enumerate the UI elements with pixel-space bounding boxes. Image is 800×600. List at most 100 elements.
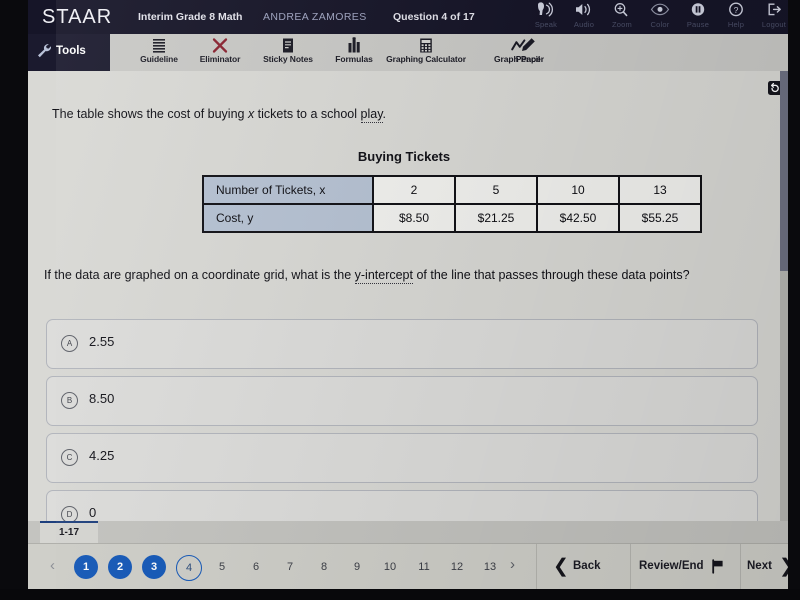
page-button-11[interactable]: 11 [412, 555, 436, 579]
tools-label: Tools [56, 45, 86, 57]
row-header-cost: Cost, y [202, 203, 374, 233]
choice-text-a: 2.55 [89, 334, 115, 349]
stem-glossary-term-play[interactable]: play [360, 107, 383, 123]
cell-y-3: $42.50 [536, 203, 620, 233]
row-header-cost-text: Cost, y [216, 211, 254, 225]
question-pane: Clear Mark for Review The table shows th… [28, 71, 782, 540]
graphing-calculator-button[interactable]: Graphing Calculator [368, 36, 484, 64]
choice-bubble-c[interactable]: C [61, 449, 78, 466]
tools-toolbar: Tools Guideline Eliminator Sticky Notes [28, 34, 788, 72]
bottom-navigation-bar: ‹ 1 2 3 4 5 6 7 8 9 10 11 12 13 › ❮ Back… [28, 543, 788, 590]
choice-text-d: 0 [89, 505, 97, 520]
answer-choice-b[interactable]: B 8.50 [46, 376, 758, 426]
photo-bezel-right [788, 0, 800, 600]
table-row: Cost, y $8.50 $21.25 $42.50 $55.25 [202, 203, 702, 233]
page-button-5[interactable]: 5 [210, 555, 234, 579]
app-header: STAAR Interim Grade 8 Math ANDREA ZAMORE… [28, 0, 788, 34]
eliminator-icon [188, 36, 252, 55]
page-button-3[interactable]: 3 [142, 555, 166, 579]
pencil-icon [506, 36, 550, 55]
page-button-1[interactable]: 1 [74, 555, 98, 579]
cell-x-1: 2 [372, 175, 456, 205]
choice-text-c: 4.25 [89, 448, 115, 463]
choice-text-b: 8.50 [89, 391, 115, 406]
next-label: Next [747, 560, 772, 572]
scrollbar-thumb[interactable] [780, 71, 788, 271]
next-button[interactable]: Next ❯ [740, 544, 788, 590]
sticky-notes-label: Sticky Notes [263, 54, 313, 64]
row-header-tickets-text: Number of Tickets, x [216, 183, 326, 197]
staar-logo: STAAR [42, 6, 113, 28]
question-prompt: If the data are graphed on a coordinate … [44, 266, 758, 284]
page-button-8[interactable]: 8 [312, 555, 336, 579]
table-title: Buying Tickets [357, 149, 451, 164]
wrench-icon [36, 43, 53, 61]
back-label: Back [573, 560, 601, 572]
page-button-13[interactable]: 13 [478, 555, 502, 579]
page-button-4[interactable]: 4 [176, 555, 202, 581]
question-counter: Question 4 of 17 [393, 11, 475, 23]
prompt-part-1: If the data are graphed on a coordinate … [44, 268, 355, 282]
answer-choice-a[interactable]: A 2.55 [46, 319, 758, 369]
cell-x-2: 5 [454, 175, 538, 205]
test-name: Interim Grade 8 Math [138, 11, 243, 23]
stem-part-3: . [382, 107, 387, 121]
cell-x-3: 10 [536, 175, 620, 205]
page-button-2[interactable]: 2 [108, 555, 132, 579]
pencil-button[interactable]: Pencil [506, 36, 550, 64]
svg-text:?: ? [734, 5, 739, 15]
back-button[interactable]: ❮ Back [536, 544, 631, 590]
photo-bezel-left [0, 0, 28, 600]
row-header-tickets: Number of Tickets, x [202, 175, 374, 205]
question-stem: The table shows the cost of buying x tic… [52, 106, 752, 123]
range-tab-1-17[interactable]: 1-17 [40, 521, 98, 545]
student-name: ANDREA ZAMORES [263, 11, 367, 23]
header-tool-group: Speak Audio Zoom Color Pause ? Help Logo… [524, 2, 788, 34]
pane-scrollbar[interactable] [780, 71, 788, 521]
cell-y-2: $21.25 [454, 203, 538, 233]
range-tab-label: 1-17 [58, 527, 79, 538]
next-chevron-icon: ❯ [779, 555, 788, 578]
review-end-button[interactable]: Review/End [630, 544, 741, 590]
sticky-notes-button[interactable]: Sticky Notes [252, 36, 324, 64]
photo-bezel-bottom [0, 589, 800, 600]
page-button-9[interactable]: 9 [345, 555, 369, 579]
answer-choice-list: A 2.55 B 8.50 C 4.25 D 0 [46, 319, 758, 547]
eliminator-button[interactable]: Eliminator [188, 36, 252, 64]
table-row: Number of Tickets, x 2 5 10 13 [202, 175, 702, 205]
sticky-notes-icon [252, 36, 324, 55]
guideline-button[interactable]: Guideline [128, 36, 190, 64]
cell-y-1: $8.50 [372, 203, 456, 233]
pencil-label: Pencil [515, 54, 541, 64]
stem-part-2: tickets to a school [254, 107, 361, 121]
graphing-calculator-icon [368, 36, 484, 55]
pagination-next-arrow[interactable]: › [510, 556, 515, 573]
logout-button[interactable]: Logout [752, 2, 788, 29]
logout-label: Logout [761, 20, 787, 29]
data-table: Number of Tickets, x 2 5 10 13 Cost, y $… [202, 175, 702, 233]
page-button-12[interactable]: 12 [445, 555, 469, 579]
tools-tab[interactable]: Tools [28, 34, 110, 71]
guideline-label: Guideline [140, 54, 178, 64]
eliminator-label: Eliminator [199, 54, 241, 64]
page-button-10[interactable]: 10 [378, 555, 402, 579]
answer-choice-c[interactable]: C 4.25 [46, 433, 758, 483]
test-application-window: STAAR Interim Grade 8 Math ANDREA ZAMORE… [28, 0, 788, 592]
choice-bubble-a[interactable]: A [61, 335, 78, 352]
guideline-icon [128, 36, 190, 55]
logout-icon [752, 2, 788, 19]
review-end-label: Review/End [639, 560, 704, 572]
back-chevron-icon: ❮ [553, 556, 569, 577]
cell-y-4: $55.25 [618, 203, 702, 233]
prompt-part-2: of the line that passes through these da… [412, 268, 690, 282]
prompt-glossary-term-y-intercept[interactable]: y-intercept [354, 268, 413, 284]
pagination-prev-arrow[interactable]: ‹ [50, 557, 55, 574]
cell-x-4: 13 [618, 175, 702, 205]
stem-part-1: The table shows the cost of buying [52, 107, 248, 121]
page-button-7[interactable]: 7 [278, 555, 302, 579]
graphing-calculator-label: Graphing Calculator [386, 54, 466, 64]
question-range-tabstrip: 1-17 [28, 521, 788, 545]
page-button-6[interactable]: 6 [244, 555, 268, 579]
choice-bubble-b[interactable]: B [61, 392, 78, 409]
review-flag-icon [711, 559, 725, 579]
